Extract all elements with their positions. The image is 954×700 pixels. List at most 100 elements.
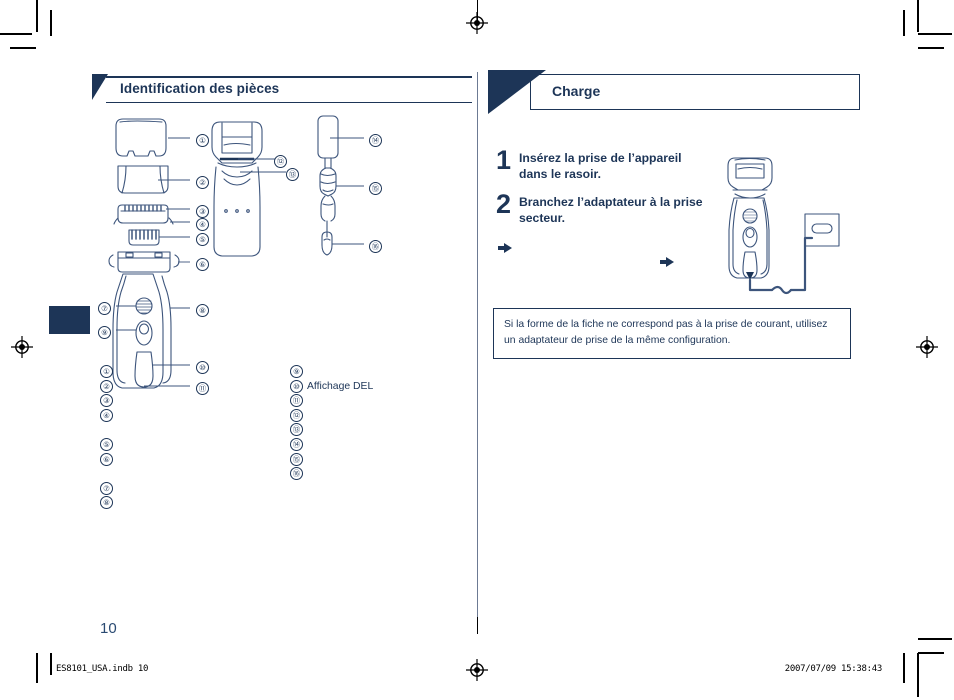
callout-number: ⑮ [369,182,382,196]
list-item: ① [100,365,117,380]
callout-number: ⑨ [98,326,111,340]
callout-number: ⑥ [196,258,209,272]
registration-mark-left [11,336,33,358]
print-footer: ES8101_USA.indb 10 2007/07/09 15:38:43 [0,664,954,680]
note-box: Si la forme de la fiche ne correspond pa… [493,308,851,360]
callout-number: ⑭ [369,134,382,148]
header-rule-top [106,76,472,78]
legend-number: ⑨ [290,365,303,378]
plug-icon-right [660,256,678,268]
column-divider [477,72,478,617]
callout-14: ⑭ [369,132,382,150]
legend-number: ⑧ [100,496,113,510]
crop-mark-tl-h2 [10,47,36,49]
callout-number: ⑦ [98,302,111,316]
page-edge-tab [49,306,90,334]
legend-label: Affichage DEL [307,380,374,392]
list-item: ⑥ [100,452,117,468]
crop-mark-tr-v [903,10,905,36]
crop-mark-tr-h2 [918,47,944,49]
legend-number: ⑬ [290,423,303,437]
list-item: ③ [100,394,117,409]
list-item: ⑫ [290,408,373,424]
legend-spacer [100,467,117,482]
legend-number: ② [100,379,113,393]
left-column: Identification des pièces ① ② ③ ④ ⑤ ⑥ ⑦ … [92,70,472,615]
legend-number: ⑥ [100,452,113,466]
step-text: Branchez l’adaptateur à la prise secteur… [519,195,703,225]
legend-number: ⑭ [290,437,303,451]
legend-number: ⑤ [100,437,113,451]
crop-mark-tl-v2 [50,10,52,36]
callout-7: ⑦ [98,300,111,318]
exploded-shaver-diagram [96,112,211,389]
page-number: 10 [100,620,117,637]
callout-number: ⑧ [196,304,209,318]
crop-mark-tl-h [0,33,32,35]
callout-8: ⑧ [196,302,209,320]
section-title-charge: Charge [552,83,601,99]
parts-legend-column-left: ① ② ③ ④ ⑤ ⑥ ⑦ ⑧ [100,365,117,511]
list-item: ⑤ [100,437,117,453]
section-header-identification: Identification des pièces [92,70,472,104]
callout-11: ⑪ [196,380,209,398]
manual-page: Identification des pièces ① ② ③ ④ ⑤ ⑥ ⑦ … [0,0,954,700]
callout-13: ⑬ [286,166,299,184]
callout-number: ⑩ [196,361,209,375]
list-item: ⑩ Affichage DEL [290,379,374,395]
list-item: ⑭ [290,437,373,453]
callout-9: ⑨ [98,324,111,342]
list-item: ② [100,379,117,395]
callout-16: ⑯ [369,238,382,256]
crop-mark-tl-v [36,0,38,32]
crop-mark-br-h2 [918,652,944,654]
callout-number: ⑯ [369,240,382,254]
header-rule-bottom [106,102,472,103]
list-item: ⑬ [290,423,373,438]
registration-mark-right [916,336,938,358]
legend-number: ⑫ [290,408,303,422]
list-item: ④ [100,408,117,424]
right-column: Charge 1 Insérez la prise de l’appareil … [488,70,860,615]
crop-mark-tr-h [918,33,952,35]
step-2: 2 Branchez l’adaptateur à la prise secte… [496,189,711,226]
list-item: ⑦ [100,481,117,497]
legend-number: ⑦ [100,481,113,495]
list-item: ⑨ [290,365,373,380]
list-item: ⑧ [100,496,117,511]
legend-number: ⑪ [290,394,303,408]
legend-number: ③ [100,394,113,408]
list-item: ⑮ [290,452,373,468]
step-number: 2 [496,189,512,220]
charge-steps: 1 Insérez la prise de l’appareil dans le… [496,145,711,236]
callout-10: ⑩ [196,359,209,377]
callout-15: ⑮ [369,180,382,198]
step-1: 1 Insérez la prise de l’appareil dans le… [496,145,711,182]
step-number: 1 [496,145,512,175]
legend-number: ④ [100,408,113,422]
adapter-cord-diagram [306,112,396,262]
charging-illustration [716,154,866,295]
legend-number: ① [100,365,113,378]
step-text: Insérez la prise de l’appareil dans le r… [519,151,682,181]
plug-icon-left [498,242,516,254]
crop-mark-br-h [918,638,952,640]
list-item: ⑯ [290,467,373,482]
list-item: ⑪ [290,394,373,409]
legend-number: ⑩ [290,379,303,393]
section-title-identification: Identification des pièces [120,81,280,96]
header-triangle-icon [92,74,108,100]
footer-timestamp: 2007/07/09 15:38:43 [784,664,883,674]
registration-mark-top [466,12,488,34]
footer-filename: ES8101_USA.indb 10 [56,664,149,674]
legend-number: ⑮ [290,452,303,466]
header-wedge-icon [488,70,546,114]
section-header-charge: Charge [488,70,860,114]
callout-number: ⑬ [286,168,299,182]
front-view-diagram [200,115,290,260]
parts-legend-column-right: ⑨ ⑩ Affichage DEL ⑪ ⑫ ⑬ ⑭ ⑮ ⑯ [290,365,373,482]
legend-number: ⑯ [290,467,303,481]
callout-number: ⑪ [196,382,209,396]
legend-spacer [100,423,117,438]
note-text: Si la forme de la fiche ne correspond pa… [504,319,828,347]
